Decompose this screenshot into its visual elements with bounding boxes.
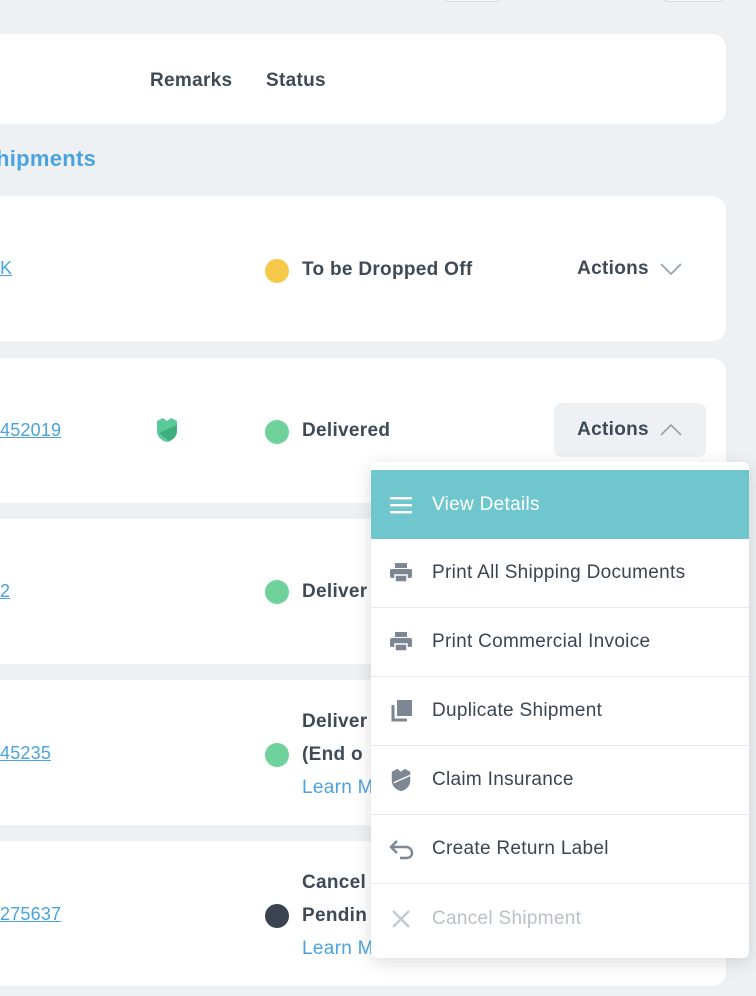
menu-item-label: Print All Shipping Documents [432,562,686,583]
learn-more-link[interactable]: Learn M [302,932,374,965]
column-header-status: Status [266,70,326,91]
menu-item-cancel-shipment: Cancel Shipment [371,884,749,953]
duplicate-icon [388,698,414,724]
menu-item-print-invoice[interactable]: Print Commercial Invoice [371,608,749,677]
insurance-shield-icon [157,418,177,442]
column-header-remarks: Remarks [150,70,233,91]
actions-button[interactable]: Actions [554,403,706,457]
close-icon [388,906,414,932]
status-line: Deliver [302,711,368,732]
chevron-down-icon [660,263,682,276]
tracking-link[interactable]: 45235 [0,743,51,764]
menu-item-duplicate[interactable]: Duplicate Shipment [371,677,749,746]
return-arrow-icon [388,836,414,862]
actions-button[interactable]: Actions [554,242,706,296]
menu-item-label: Claim Insurance [432,769,574,790]
menu-item-return-label[interactable]: Create Return Label [371,815,749,884]
learn-more-link[interactable]: Learn M [302,771,374,804]
tracking-link[interactable]: 2 [0,581,10,602]
shield-icon [388,767,414,793]
actions-label: Actions [577,419,649,440]
menu-item-label: Print Commercial Invoice [432,631,651,652]
tracking-link[interactable]: 452019 [0,420,61,441]
menu-item-label: Create Return Label [432,838,609,859]
status-text: To be Dropped Off [302,259,473,280]
section-title: hipments [0,146,97,171]
tracking-link[interactable]: K [0,258,12,279]
status-line: (End o [302,744,363,765]
toolbar-button-partial[interactable] [662,0,724,2]
menu-item-view-details[interactable]: View Details [371,470,749,539]
status-line: Pendin [302,905,368,926]
status-text: Delivered [302,420,391,441]
chevron-up-icon [660,423,682,436]
status-text: Deliver [302,581,368,602]
status-dot [265,420,289,444]
actions-dropdown-menu: View Details Print All Shipping Document… [371,462,749,958]
status-dot [265,580,289,604]
printer-icon [388,560,414,586]
menu-item-claim-insurance[interactable]: Claim Insurance [371,746,749,815]
toolbar-button-partial[interactable] [444,0,502,2]
menu-item-label: Cancel Shipment [432,907,582,929]
menu-lines-icon [388,492,414,518]
menu-item-label: Duplicate Shipment [432,700,603,721]
table-header [0,34,726,124]
status-dot [265,259,289,283]
printer-icon [388,629,414,655]
status-text: Deliver (End o Learn M [302,705,374,804]
status-dot [265,743,289,767]
status-dot [265,904,289,928]
status-line: Cancel [302,872,367,893]
actions-label: Actions [577,258,649,279]
menu-item-print-all[interactable]: Print All Shipping Documents [371,539,749,608]
status-text: Cancel Pendin Learn M [302,866,374,965]
tracking-link[interactable]: 275637 [0,904,61,925]
menu-item-label: View Details [432,493,540,515]
